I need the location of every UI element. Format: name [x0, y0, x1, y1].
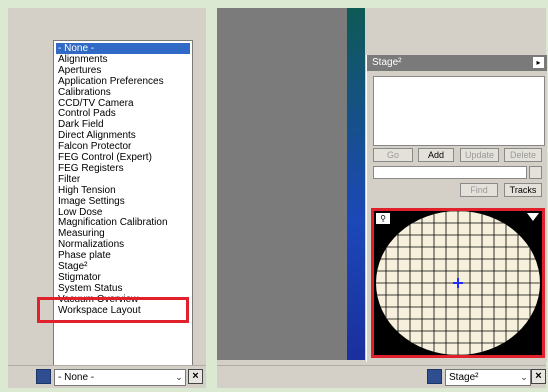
close-icon[interactable]: ×: [188, 369, 203, 384]
dropdown-item[interactable]: Stigmator: [56, 272, 190, 283]
add-button[interactable]: Add: [418, 148, 454, 162]
chevron-down-icon[interactable]: ⌄: [173, 372, 185, 383]
dropdown-item[interactable]: Phase plate: [56, 250, 190, 261]
workspace-combo-value: - None -: [58, 372, 95, 383]
stage-map[interactable]: ⚲: [371, 208, 545, 358]
stage-map-grid[interactable]: [374, 211, 542, 355]
dropdown-item[interactable]: Direct Alignments: [56, 130, 190, 141]
dropdown-item[interactable]: Falcon Protector: [56, 141, 190, 152]
right-window: Stage² ▸ Go Add Update Delete Find Track…: [217, 8, 547, 388]
panel-expand-icon[interactable]: ▸: [533, 57, 544, 68]
dropdown-item[interactable]: Application Preferences: [56, 76, 190, 87]
dropdown-item[interactable]: System Status: [56, 283, 190, 294]
dropdown-item[interactable]: Control Pads: [56, 108, 190, 119]
go-button[interactable]: Go: [373, 148, 413, 162]
workspace-combo[interactable]: - None - ⌄: [54, 369, 186, 386]
dropdown-item[interactable]: Filter: [56, 174, 190, 185]
dropdown-item[interactable]: - None -: [56, 43, 190, 54]
dropdown-item[interactable]: High Tension: [56, 185, 190, 196]
input-action-button[interactable]: [529, 166, 542, 179]
right-bottom-bar: Stage² ⌄ ×: [217, 365, 546, 388]
zoom-icon[interactable]: ⚲: [376, 213, 390, 224]
dropdown-item[interactable]: Image Settings: [56, 196, 190, 207]
left-bottom-bar: - None - ⌄ ×: [8, 365, 206, 388]
workspace-combo[interactable]: Stage² ⌄: [445, 369, 531, 386]
dropdown-item[interactable]: Apertures: [56, 65, 190, 76]
dropdown-item[interactable]: Stage²: [56, 261, 190, 272]
stage-item-highlight: [37, 297, 189, 323]
dropdown-item[interactable]: Alignments: [56, 54, 190, 65]
position-name-input[interactable]: [373, 166, 527, 179]
dropdown-item[interactable]: Normalizations: [56, 239, 190, 250]
tracks-button[interactable]: Tracks: [504, 183, 542, 197]
stage-panel-title: Stage² ▸: [367, 55, 547, 71]
dropdown-item[interactable]: Dark Field: [56, 119, 190, 130]
update-button[interactable]: Update: [460, 148, 499, 162]
dropdown-item[interactable]: Calibrations: [56, 87, 190, 98]
stage-positions-list[interactable]: [373, 76, 545, 146]
workspace-icon[interactable]: [427, 369, 442, 384]
viewer-color-bar: [347, 8, 365, 360]
close-icon[interactable]: ×: [531, 369, 546, 384]
workspace-combo-value: Stage²: [449, 372, 479, 383]
dropdown-item[interactable]: Magnification Calibration: [56, 217, 190, 228]
triangle-down-icon[interactable]: [527, 213, 539, 221]
stage-panel: Stage² ▸ Go Add Update Delete Find Track…: [366, 55, 547, 362]
dropdown-item[interactable]: FEG Control (Expert): [56, 152, 190, 163]
dropdown-item[interactable]: Low Dose: [56, 207, 190, 218]
dropdown-item[interactable]: CCD/TV Camera: [56, 98, 190, 109]
image-viewer-area: [217, 8, 347, 360]
workspace-icon[interactable]: [36, 369, 51, 384]
stage-panel-title-text: Stage²: [372, 57, 402, 68]
delete-button[interactable]: Delete: [504, 148, 542, 162]
chevron-down-icon[interactable]: ⌄: [518, 372, 530, 383]
find-button[interactable]: Find: [460, 183, 498, 197]
dropdown-item[interactable]: FEG Registers: [56, 163, 190, 174]
left-window: - None - Alignments Apertures Application P…: [8, 8, 206, 388]
dropdown-item[interactable]: Measuring: [56, 228, 190, 239]
